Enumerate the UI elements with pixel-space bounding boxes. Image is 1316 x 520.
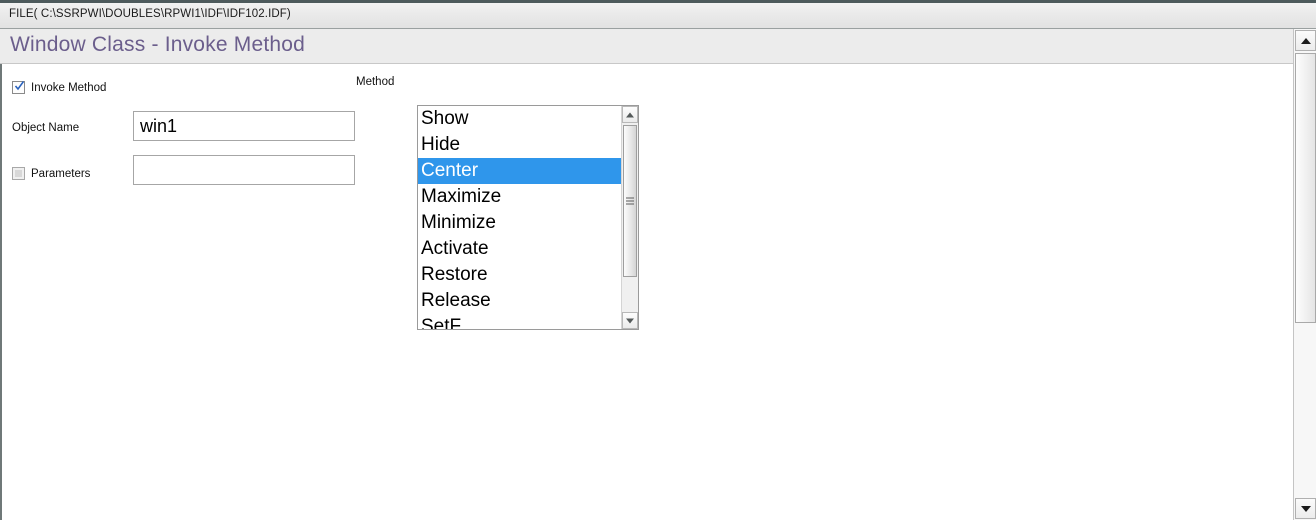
parameters-checkbox[interactable] [12, 167, 25, 180]
window-scrollbar[interactable] [1293, 29, 1316, 520]
method-list-items[interactable]: Show Hide Center Maximize Minimize Activate Re… [418, 106, 621, 329]
parameters-label: Parameters [31, 167, 91, 180]
triangle-down-icon [1300, 505, 1311, 512]
window-scroll-up-button[interactable] [1295, 30, 1316, 51]
list-item[interactable]: SetF [418, 314, 621, 329]
invoke-method-label: Invoke Method [31, 81, 107, 94]
list-item[interactable]: Center [418, 158, 621, 184]
window-header: Window Class - Invoke Method [0, 29, 1293, 64]
list-item[interactable]: Show [418, 106, 621, 132]
file-path-text: FILE( C:\SSRPWI\DOUBLES\RPWI1\IDF\IDF102… [9, 8, 291, 20]
list-item[interactable]: Minimize [418, 210, 621, 236]
file-path-bar: FILE( C:\SSRPWI\DOUBLES\RPWI1\IDF\IDF102… [0, 0, 1316, 29]
list-item[interactable]: Maximize [418, 184, 621, 210]
grip-icon [626, 197, 634, 205]
window-scroll-down-button[interactable] [1295, 498, 1316, 519]
triangle-down-icon [626, 318, 634, 323]
check-icon [15, 81, 24, 91]
listbox-scroll-down-button[interactable] [622, 312, 638, 329]
method-label: Method [356, 76, 395, 88]
list-item[interactable]: Activate [418, 236, 621, 262]
window-body: Invoke Method Object Name Parameters Met… [0, 64, 1293, 520]
object-name-input[interactable] [133, 111, 355, 141]
list-item[interactable]: Hide [418, 132, 621, 158]
parameters-checkbox-row[interactable]: Parameters [12, 167, 90, 180]
page-title: Window Class - Invoke Method [10, 33, 306, 56]
triangle-up-icon [626, 112, 634, 117]
list-item[interactable]: Restore [418, 262, 621, 288]
method-listbox-scrollbar[interactable] [621, 106, 638, 329]
invoke-method-checkbox-row[interactable]: Invoke Method [12, 81, 106, 94]
application-window: FILE( C:\SSRPWI\DOUBLES\RPWI1\IDF\IDF102… [0, 0, 1316, 520]
window-scroll-thumb[interactable] [1295, 53, 1316, 323]
triangle-up-icon [1300, 37, 1311, 44]
listbox-scroll-up-button[interactable] [622, 106, 638, 123]
list-item[interactable]: Release [418, 288, 621, 314]
method-listbox[interactable]: Show Hide Center Maximize Minimize Activate Re… [417, 105, 639, 330]
parameters-input[interactable] [133, 155, 355, 185]
object-name-label: Object Name [12, 122, 80, 134]
listbox-scroll-thumb[interactable] [623, 125, 637, 277]
main-window: Window Class - Invoke Method Invoke Meth… [0, 29, 1316, 520]
invoke-method-checkbox[interactable] [12, 81, 25, 94]
